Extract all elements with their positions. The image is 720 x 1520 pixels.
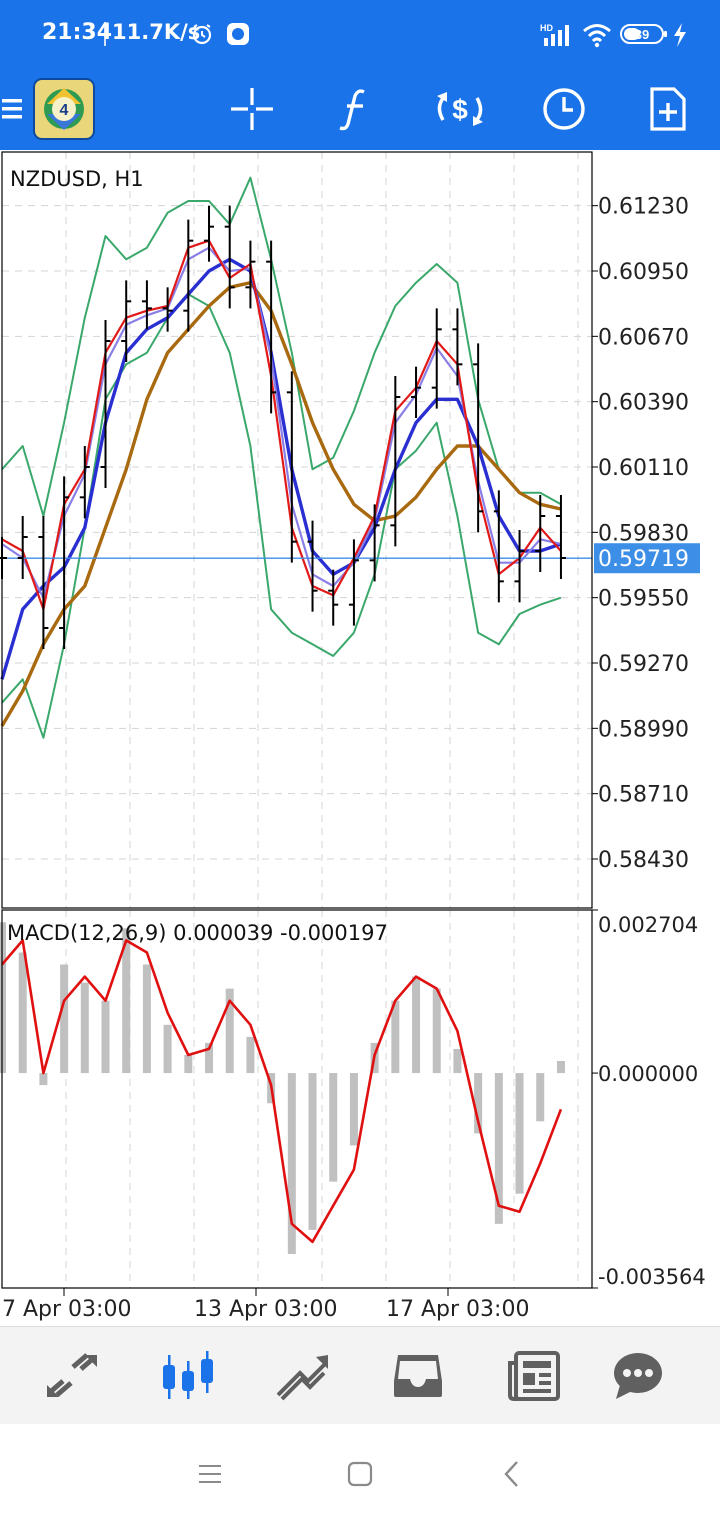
main-series: [0, 176, 592, 739]
main-ytick-label-7: 0.59270: [598, 652, 689, 677]
macd-bar-4: [80, 982, 89, 1074]
history-icon[interactable]: [368, 1327, 468, 1425]
macd-bar-5: [101, 1000, 110, 1074]
chart-title: NZDUSD, H1: [10, 167, 144, 191]
macd-bar-9: [184, 1054, 193, 1074]
menu-icon[interactable]: [0, 68, 26, 150]
macd-bar-12: [246, 1036, 255, 1074]
macd-bar-17: [349, 1073, 358, 1146]
status-network-speed: 11.7K/s: [112, 20, 201, 44]
macd-ytick-label-1: 0.000000: [598, 1062, 698, 1086]
chart-area[interactable]: 0.61230 0.60950 0.60670 0.60390 0.60110 0.598…: [0, 150, 720, 1326]
back-icon[interactable]: [492, 1454, 532, 1494]
logo-version: 4: [60, 102, 69, 119]
timeframe-icon[interactable]: [534, 68, 594, 150]
macd-ytick-label-2: -0.003564: [598, 1265, 706, 1289]
status-time: 21:34: [42, 20, 113, 45]
macd-bar-2: [39, 1073, 48, 1086]
macd-bar-0: [0, 922, 6, 1074]
new-order-icon[interactable]: [638, 68, 698, 150]
main-ytick-label-8: 0.58990: [598, 717, 689, 742]
main-ytick-label-4: 0.60110: [598, 456, 689, 481]
macd-bar-7: [142, 964, 151, 1074]
quotes-icon[interactable]: [22, 1327, 122, 1425]
signal-icon: HD: [540, 22, 574, 52]
main-ytick-label-9: 0.58710: [598, 783, 689, 808]
series-ma_violet: [1, 246, 562, 599]
main-ytick-label-6: 0.59550: [598, 587, 689, 612]
macd-bar-25: [515, 1073, 524, 1194]
macd-bar-20: [412, 976, 421, 1074]
recents-icon[interactable]: [190, 1454, 230, 1494]
battery-icon: 39: [620, 22, 668, 50]
network-type-label: HD: [540, 23, 553, 33]
macd-bar-27: [556, 1061, 565, 1074]
toolbar: 4 $: [0, 68, 720, 150]
main-ytick-label-1: 0.60950: [598, 260, 689, 285]
macd-bar-21: [432, 988, 441, 1074]
xtick-label-1: 13 Apr 03:00: [194, 1297, 337, 1322]
indicators-icon[interactable]: [326, 68, 386, 150]
macd-bar-22: [453, 1048, 462, 1074]
status-separator: [104, 22, 106, 46]
macd-bar-3: [60, 964, 69, 1074]
macd-title: MACD(12,26,9) 0.000039 -0.000197: [7, 921, 388, 945]
main-ytick-label-0: 0.61230: [598, 195, 689, 220]
wifi-icon: [582, 22, 612, 52]
charging-icon: [672, 22, 688, 52]
battery-level: 39: [635, 27, 649, 42]
bottom-navigation: [0, 1326, 720, 1425]
news-icon[interactable]: [484, 1327, 584, 1425]
svg-text:$: $: [452, 94, 468, 125]
macd-bar-1: [18, 952, 27, 1074]
main-ytick-label-2: 0.60670: [598, 325, 689, 350]
chat-icon[interactable]: [588, 1327, 688, 1425]
macd-bar-15: [308, 1073, 317, 1230]
status-bar: 21:34 11.7K/s HD 39: [0, 0, 720, 68]
macd-panel-border: [1, 909, 593, 1289]
crosshair-icon[interactable]: [222, 68, 282, 150]
macd-bar-16: [329, 1073, 338, 1182]
alarm-icon: [190, 22, 214, 50]
xtick-label-0: 7 Apr 03:00: [2, 1297, 131, 1322]
series-ma_slow: [0, 280, 562, 727]
metatrader-logo-icon[interactable]: 4: [32, 68, 96, 150]
trade-icon[interactable]: $: [430, 68, 490, 150]
macd-bar-26: [536, 1073, 545, 1122]
macd-histogram: [0, 922, 565, 1254]
chart-icon[interactable]: [138, 1327, 238, 1425]
main-ytick-label-3: 0.60390: [598, 391, 689, 416]
price-chart[interactable]: 0.61230 0.60950 0.60670 0.60390 0.60110 0.598…: [0, 150, 720, 1326]
current-price-label: 0.59719: [598, 547, 689, 572]
macd-bar-8: [163, 1024, 172, 1074]
system-navigation: [0, 1424, 720, 1520]
home-icon[interactable]: [340, 1454, 380, 1494]
main-grid: [2, 152, 592, 908]
xtick-label-2: 17 Apr 03:00: [386, 1297, 529, 1322]
app-notification-icon: [226, 22, 250, 50]
chart-axes: [1, 151, 598, 1296]
main-panel-border: [1, 151, 593, 909]
trade-nav-icon[interactable]: [252, 1327, 352, 1425]
main-ytick-label-10: 0.58430: [598, 848, 689, 873]
macd-ytick-label-0: 0.002704: [598, 913, 698, 937]
main-ytick-label-5: 0.59830: [598, 521, 689, 546]
